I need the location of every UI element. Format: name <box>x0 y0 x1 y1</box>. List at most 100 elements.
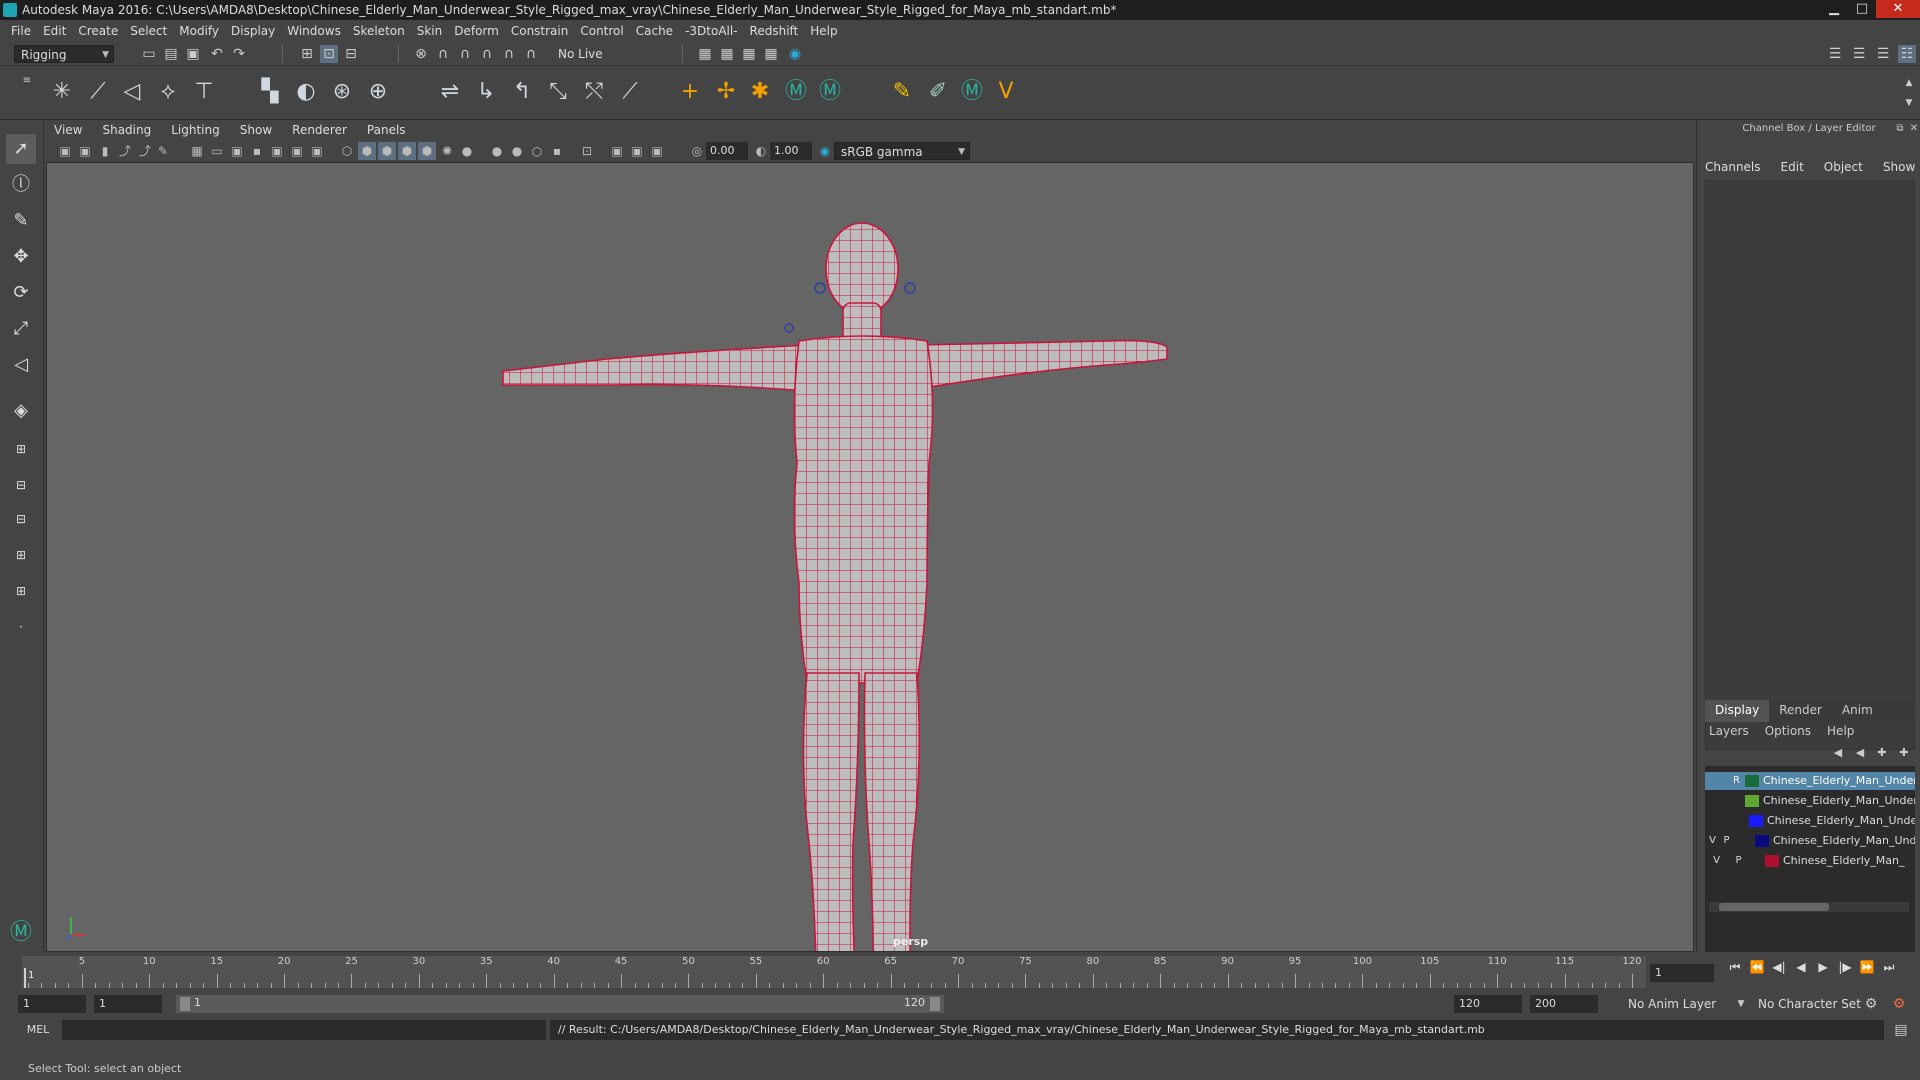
menu-select[interactable]: Select <box>130 24 167 38</box>
tab-display[interactable]: Display <box>1705 700 1770 722</box>
panel-menu-shading[interactable]: Shading <box>102 123 151 137</box>
auto-key-icon[interactable]: ⚙ <box>1862 995 1880 1013</box>
antialiasing-icon[interactable]: ○ <box>528 142 546 160</box>
select-tool-icon[interactable]: ➚ <box>6 134 36 164</box>
camera-attr-icon[interactable]: ⤴ <box>136 142 154 160</box>
menu-help[interactable]: Help <box>810 24 837 38</box>
layer-name[interactable]: Chinese_Elderly_Man_Under <box>1763 792 1915 810</box>
menu-deform[interactable]: Deform <box>454 24 499 38</box>
menu-windows[interactable]: Windows <box>287 24 341 38</box>
play-forward-icon[interactable]: ▶ <box>1812 960 1834 975</box>
hypershade-icon[interactable]: ◉ <box>786 45 804 63</box>
safe-title-icon[interactable]: ▣ <box>308 142 326 160</box>
use-lights-icon[interactable]: ✺ <box>438 142 456 160</box>
layer-menu-options[interactable]: Options <box>1765 724 1811 738</box>
camera-select-icon[interactable]: ▣ <box>56 142 74 160</box>
image-plane-icon[interactable]: ⤴ <box>116 142 134 160</box>
bind-skin-icon[interactable]: ▚ <box>256 78 284 106</box>
tab-anim[interactable]: Anim <box>1832 700 1883 722</box>
layout-persp-outliner-icon[interactable]: ⊟ <box>6 504 36 534</box>
menu-constrain[interactable]: Constrain <box>511 24 569 38</box>
xray-icon[interactable]: ▣ <box>608 142 626 160</box>
snap-curve-icon[interactable]: ∩ <box>434 45 452 63</box>
undo-icon[interactable]: ↶ <box>208 45 226 63</box>
menu-3dtoall[interactable]: -3DtoAll- <box>685 24 737 38</box>
move-layer-up-icon[interactable]: ◀ <box>1829 744 1847 762</box>
v-tool-icon[interactable]: V <box>992 78 1020 106</box>
layer-row[interactable]: R Chinese_Elderly_Man_Under <box>1705 772 1915 790</box>
mirror-joint-icon[interactable]: ⊤ <box>190 78 218 106</box>
layer-color-swatch[interactable] <box>1755 835 1769 847</box>
channel-box-area[interactable] <box>1705 180 1915 750</box>
close-button[interactable]: ✕ <box>1876 0 1920 18</box>
panel-menu-lighting[interactable]: Lighting <box>171 123 220 137</box>
scrollbar-thumb[interactable] <box>1719 903 1829 911</box>
gamma-icon[interactable]: ◐ <box>752 142 770 160</box>
maya-tool-icon[interactable]: Ⓜ <box>958 78 986 106</box>
open-scene-icon[interactable]: ▤ <box>162 45 180 63</box>
camera-lock-icon[interactable]: ▣ <box>76 142 94 160</box>
menu-file[interactable]: File <box>11 24 31 38</box>
joint-tool-icon[interactable]: ✳ <box>48 78 76 106</box>
redshift-icon[interactable]: ✎ <box>888 78 916 106</box>
layer-row[interactable]: V P Chinese_Elderly_Man_Und <box>1705 832 1915 850</box>
select-object-icon[interactable]: ⊡ <box>320 45 338 63</box>
maximize-button[interactable]: □ <box>1848 0 1876 18</box>
animation-prefs-icon[interactable]: ⚙ <box>1890 995 1908 1013</box>
current-frame-field[interactable]: 1 <box>1650 964 1714 982</box>
orient-constraint-icon[interactable]: ↰ <box>508 78 536 106</box>
snap-view-icon[interactable]: ∩ <box>478 45 496 63</box>
depth-of-field-icon[interactable]: ▪ <box>548 142 566 160</box>
character-set-dropdown[interactable]: No Character Set <box>1752 995 1862 1013</box>
range-end-handle[interactable] <box>930 997 940 1011</box>
range-start-handle[interactable] <box>180 997 190 1011</box>
step-forward-key-icon[interactable]: ⏩ <box>1856 960 1878 975</box>
new-scene-icon[interactable]: ▭ <box>140 45 158 63</box>
cluster-handle-icon[interactable]: ✱ <box>746 78 774 106</box>
menu-create[interactable]: Create <box>78 24 118 38</box>
character-wireframe[interactable] <box>47 163 1694 952</box>
field-chart-icon[interactable]: ▣ <box>268 142 286 160</box>
layer-menu-layers[interactable]: Layers <box>1709 724 1749 738</box>
xray-joints-icon[interactable]: ▣ <box>628 142 646 160</box>
panel-menu-view[interactable]: View <box>54 123 82 137</box>
move-layer-down-icon[interactable]: ◀ <box>1851 744 1869 762</box>
range-slider[interactable]: 1 120 <box>176 995 944 1013</box>
3dtoall-icon[interactable]: Ⓜ <box>782 78 810 106</box>
start-time-field[interactable]: 1 <box>18 995 86 1013</box>
menu-skin[interactable]: Skin <box>417 24 443 38</box>
render-frame-icon[interactable]: ▦ <box>718 45 736 63</box>
play-backward-icon[interactable]: ◀ <box>1790 960 1812 975</box>
layer-visibility[interactable]: V <box>1711 852 1722 870</box>
layout-hypershade-icon[interactable]: ⊞ <box>6 576 36 606</box>
panel-menu-show[interactable]: Show <box>240 123 272 137</box>
save-scene-icon[interactable]: ▣ <box>184 45 202 63</box>
snap-live-icon[interactable]: ∩ <box>522 45 540 63</box>
layer-menu-help[interactable]: Help <box>1827 724 1854 738</box>
bookmark-icon[interactable]: ▮ <box>96 142 114 160</box>
menu-cache[interactable]: Cache <box>636 24 673 38</box>
tab-show[interactable]: Show <box>1883 160 1915 174</box>
brush-icon[interactable]: ✐ <box>924 78 952 106</box>
menu-redshift[interactable]: Redshift <box>750 24 799 38</box>
lattice-icon[interactable]: ⊛ <box>328 78 356 106</box>
xray-components-icon[interactable]: ▣ <box>648 142 666 160</box>
wireframe-on-shaded-icon[interactable]: ⬢ <box>378 142 396 160</box>
grid-toggle-icon[interactable]: ▦ <box>188 142 206 160</box>
go-to-start-icon[interactable]: ⏮ <box>1724 960 1746 975</box>
snap-grid-icon[interactable]: ⊗ <box>412 45 430 63</box>
ipr-render-icon[interactable]: ▦ <box>740 45 758 63</box>
layer-reference[interactable]: R <box>1731 772 1742 790</box>
step-back-frame-icon[interactable]: ◀| <box>1768 960 1790 975</box>
shadows-icon[interactable]: ● <box>458 142 476 160</box>
resolution-gate-icon[interactable]: ▣ <box>228 142 246 160</box>
end-time-field[interactable]: 200 <box>1530 995 1598 1013</box>
textured-icon[interactable]: ⬢ <box>418 142 436 160</box>
view-transform-dropdown[interactable]: sRGB gamma ▼ <box>834 142 970 160</box>
grease-pencil-icon[interactable]: ✎ <box>154 142 172 160</box>
tab-object[interactable]: Object <box>1824 160 1863 174</box>
viewport-persp[interactable]: persp <box>46 162 1694 952</box>
new-layer-selected-icon[interactable]: ✚ <box>1895 744 1913 762</box>
current-time-marker[interactable] <box>24 968 26 988</box>
shelf-scroll-up-icon[interactable]: ▲ <box>1900 74 1918 92</box>
